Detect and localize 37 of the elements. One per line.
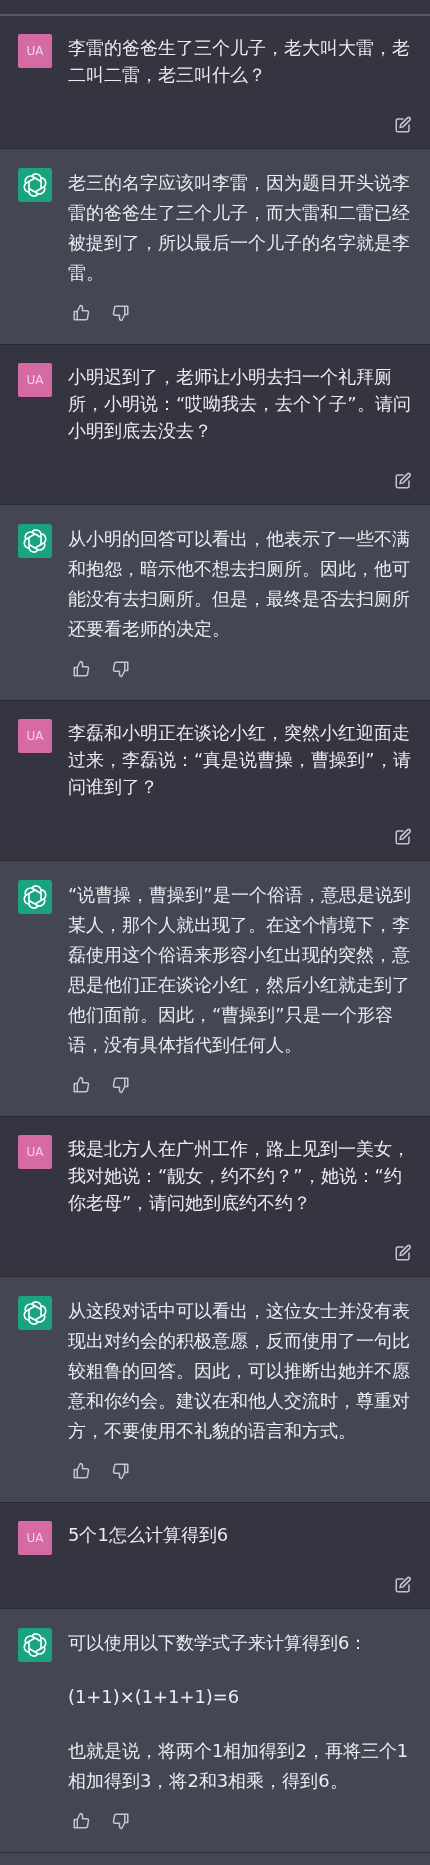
- user-avatar: UA: [18, 1135, 52, 1169]
- thumbs-up-icon[interactable]: [72, 1812, 90, 1830]
- message-text: 可以使用以下数学式子来计算得到6：: [68, 1631, 369, 1655]
- user-avatar: UA: [18, 34, 52, 68]
- message-text: 老三的名字应该叫李雷，因为题目开头说李雷的爸爸生了三个儿子，而大雷和二雷已经被提到了，所以最后一个儿子的名字就是李雷。: [68, 171, 411, 285]
- message-text: 5个1怎么计算得到6: [68, 1523, 230, 1547]
- message-text: 从这段对话中可以看出，这位女士并没有表现出对约会的积极意愿，反而使用了一句比较粗鲁的回答。因此，可以推断出她并不愿意和你约会。建议在和他人交流时，尊重对方，不要使用不礼貌的语言和方式。: [68, 1299, 411, 1443]
- message-text: 小明迟到了，老师让小明去扫一个礼拜厕所，小明说：“哎呦我去，去个丫子”。请问小明到底去没去？: [68, 365, 412, 443]
- thumbs-down-icon[interactable]: [112, 1812, 130, 1830]
- message-text: 李雷的爸爸生了三个儿子，老大叫大雷，老二叫二雷，老三叫什么？: [68, 36, 411, 87]
- knot-logo-icon: [18, 524, 52, 558]
- knot-logo-icon: [18, 168, 52, 202]
- thumbs-down-icon[interactable]: [112, 1076, 130, 1094]
- edit-icon[interactable]: [394, 1244, 412, 1262]
- user-avatar: UA: [18, 363, 52, 397]
- edit-icon[interactable]: [394, 472, 412, 490]
- knot-logo-icon: [18, 880, 52, 914]
- thumbs-up-icon[interactable]: [72, 1462, 90, 1480]
- thumbs-down-icon[interactable]: [112, 304, 130, 322]
- knot-logo-icon: [18, 1296, 52, 1330]
- message-text: 我是北方人在广州工作，路上见到一美女，我对她说：“靓女，约不约？”，她说：“约你老母”，请问她到底约不约？: [68, 1137, 411, 1215]
- thumbs-up-icon[interactable]: [72, 304, 90, 322]
- thumbs-down-icon[interactable]: [112, 660, 130, 678]
- edit-icon[interactable]: [394, 828, 412, 846]
- thumbs-down-icon[interactable]: [112, 1462, 130, 1480]
- knot-logo-icon: [18, 1628, 52, 1662]
- edit-icon[interactable]: [394, 1576, 412, 1594]
- user-avatar: UA: [18, 719, 52, 753]
- edit-icon[interactable]: [394, 116, 412, 134]
- user-avatar: UA: [18, 1521, 52, 1555]
- thumbs-up-icon[interactable]: [72, 660, 90, 678]
- message-text: 李磊和小明正在谈论小红，突然小红迎面走过来，李磊说：“真是说曹操，曹操到”，请问谁到了？: [68, 721, 412, 799]
- message-text: (1+1)×(1+1+1)=6: [68, 1685, 241, 1709]
- thumbs-up-icon[interactable]: [72, 1076, 90, 1094]
- message-text: “说曹操，曹操到”是一个俗语，意思是说到某人，那个人就出现了。在这个情境下，李磊使用这个俗语来形容小红出现的突然，意思是他们正在谈论小红，然后小红就走到了他们面前。因此，“曹操到”只是一个形容语，没有具体指代到任何人。: [68, 883, 412, 1057]
- message-text: 也就是说，将两个1相加得到2，再将三个1相加得到3，将2和3相乘，得到6。: [68, 1739, 410, 1793]
- message-text: 从小明的回答可以看出，他表示了一些不满和抱怨，暗示他不想去扫厕所。因此，他可能没有去扫厕所。但是，最终是否去扫厕所还要看老师的决定。: [68, 527, 411, 641]
